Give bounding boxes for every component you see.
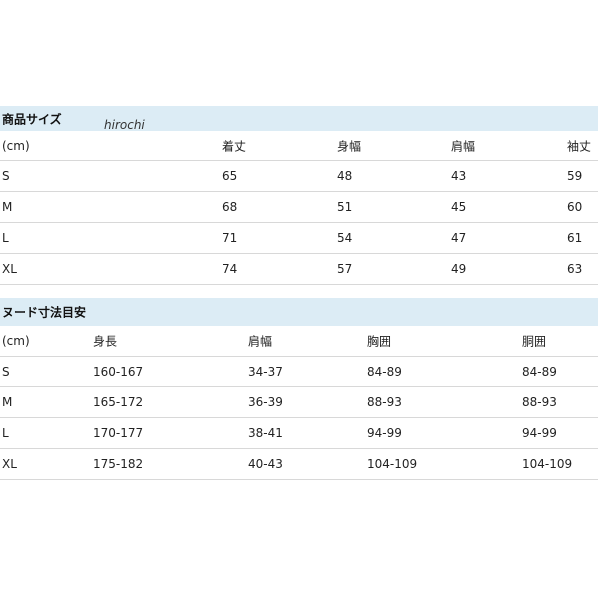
table-cell: L (2, 231, 9, 245)
table-cell: S (2, 364, 10, 379)
product-size-column-header: 肩幅 (451, 139, 476, 153)
table-cell: M (2, 200, 13, 214)
table-row: S 160-167 34-37 84-89 84-89 (0, 357, 598, 387)
nude-size-header: ヌード寸法目安 (0, 298, 598, 326)
table-cell: S (2, 169, 10, 183)
nude-size-column-header: (cm) (2, 334, 30, 348)
table-cell: 57 (337, 262, 353, 276)
table-cell: 170-177 (93, 426, 144, 440)
nude-size-column-header: 身長 (93, 334, 118, 349)
table-row: M 68 51 45 60 (0, 192, 598, 223)
product-size-column-header: 着丈 (222, 139, 247, 153)
product-size-header-row: (cm) 着丈 身幅 肩幅 袖丈 (0, 131, 598, 161)
table-cell: 160-167 (93, 364, 144, 379)
table-cell: 104-109 (367, 457, 418, 471)
watermark-text: hirochi (104, 118, 145, 132)
table-cell: 94-99 (522, 426, 557, 440)
table-cell: 43 (451, 169, 467, 183)
table-cell: XL (2, 457, 17, 471)
table-row: L 71 54 47 61 (0, 223, 598, 254)
table-row: XL 175-182 40-43 104-109 104-109 (0, 449, 598, 480)
table-cell: 65 (222, 169, 238, 183)
table-cell: 54 (337, 231, 353, 245)
nude-size-column-header: 肩幅 (248, 334, 273, 349)
product-size-column-header: 身幅 (337, 139, 362, 153)
table-cell: 38-41 (248, 426, 283, 440)
table-cell: 71 (222, 231, 238, 245)
table-cell: M (2, 395, 13, 409)
product-size-column-header: 袖丈 (567, 139, 592, 153)
table-cell: 45 (451, 200, 467, 214)
table-cell: 165-172 (93, 395, 144, 409)
table-cell: 47 (451, 231, 467, 245)
table-row: XL 74 57 49 63 (0, 254, 598, 285)
table-cell: 61 (567, 231, 583, 245)
table-row: S 65 48 43 59 (0, 161, 598, 192)
nude-size-column-header: 胴囲 (522, 334, 547, 349)
table-cell: 94-99 (367, 426, 402, 440)
table-cell: 40-43 (248, 457, 283, 471)
table-cell: 74 (222, 262, 238, 276)
table-cell: 59 (567, 169, 583, 183)
table-cell: 51 (337, 200, 353, 214)
product-size-header: 商品サイズ (0, 106, 598, 131)
product-size-title: 商品サイズ (2, 112, 62, 126)
nude-size-column-header: 胸囲 (367, 334, 392, 349)
table-cell: 175-182 (93, 457, 144, 471)
product-size-column-header: (cm) (2, 138, 30, 153)
nude-size-header-row: (cm) 身長 肩幅 胸囲 胴囲 (0, 326, 598, 357)
table-cell: 88-93 (522, 395, 557, 409)
table-cell: L (2, 426, 9, 440)
table-cell: 49 (451, 262, 467, 276)
table-cell: 84-89 (367, 364, 402, 379)
table-cell: 63 (567, 262, 583, 276)
table-cell: 34-37 (248, 364, 283, 379)
table-cell: 84-89 (522, 364, 557, 379)
table-row: M 165-172 36-39 88-93 88-93 (0, 387, 598, 418)
table-cell: 48 (337, 169, 353, 183)
table-cell: 88-93 (367, 395, 402, 409)
nude-size-title: ヌード寸法目安 (2, 305, 87, 320)
table-cell: 104-109 (522, 457, 573, 471)
table-cell: 60 (567, 200, 583, 214)
table-cell: 68 (222, 200, 238, 214)
table-row: L 170-177 38-41 94-99 94-99 (0, 418, 598, 449)
table-cell: 36-39 (248, 395, 283, 409)
table-cell: XL (2, 262, 17, 276)
